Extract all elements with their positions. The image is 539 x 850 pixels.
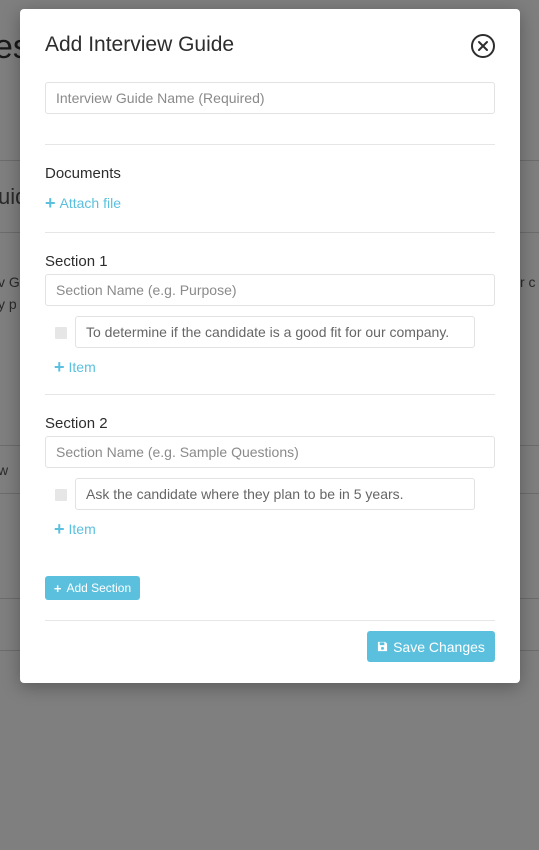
floppy-disk-icon — [377, 641, 388, 652]
modal-title: Add Interview Guide — [45, 33, 235, 56]
section-1-title: Section 1 — [45, 253, 108, 270]
add-interview-guide-modal: Add Interview Guide Documents + Attach f… — [20, 9, 520, 683]
close-circle-icon — [471, 34, 495, 58]
drag-handle-icon[interactable] — [55, 327, 67, 339]
section-2-name-input[interactable] — [45, 436, 495, 468]
section-1-add-item-link[interactable]: + Item — [54, 357, 96, 377]
divider — [45, 394, 495, 395]
add-item-label: Item — [68, 521, 96, 537]
section-2-title: Section 2 — [45, 415, 108, 432]
section-1-name-input[interactable] — [45, 274, 495, 306]
divider — [45, 144, 495, 145]
add-item-label: Item — [68, 359, 96, 375]
divider — [45, 232, 495, 233]
close-button[interactable] — [470, 33, 496, 59]
save-changes-button[interactable]: Save Changes — [367, 631, 495, 662]
add-section-label: Add Section — [66, 581, 132, 595]
divider — [45, 620, 495, 621]
guide-name-input[interactable] — [45, 82, 495, 114]
drag-handle-icon[interactable] — [55, 489, 67, 501]
documents-label: Documents — [45, 165, 121, 182]
add-section-button[interactable]: + Add Section — [45, 576, 140, 600]
attach-file-label: Attach file — [59, 195, 121, 211]
section-1-item-input[interactable] — [75, 316, 475, 348]
plus-icon: + — [45, 193, 56, 213]
section-2-add-item-link[interactable]: + Item — [54, 519, 96, 539]
attach-file-link[interactable]: + Attach file — [45, 193, 121, 213]
plus-icon: + — [54, 357, 65, 377]
plus-icon: + — [54, 519, 65, 539]
plus-icon: + — [53, 580, 62, 596]
save-changes-label: Save Changes — [393, 638, 485, 655]
section-2-item-input[interactable] — [75, 478, 475, 510]
